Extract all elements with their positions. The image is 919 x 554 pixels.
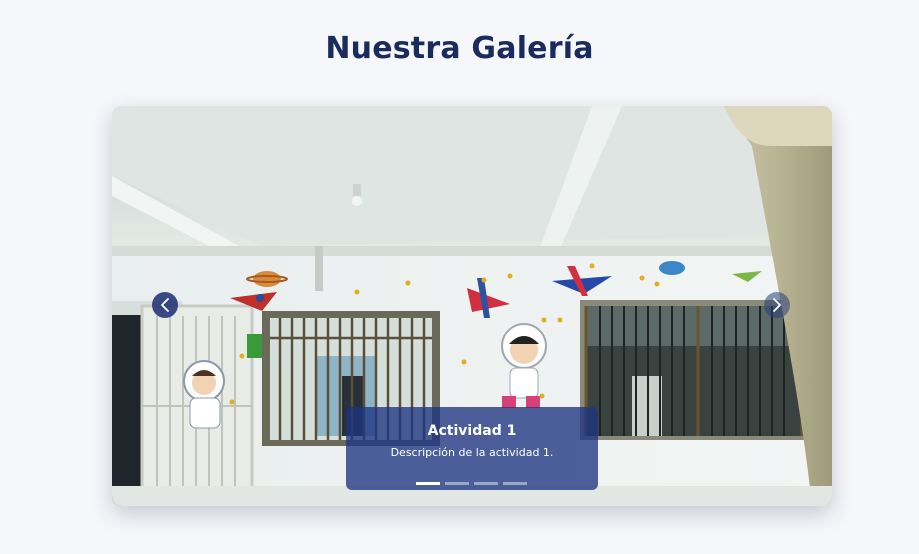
slide-caption-description: Descripción de la actividad 1. <box>390 446 554 459</box>
carousel-indicator[interactable] <box>474 482 498 485</box>
carousel-indicator[interactable] <box>416 482 440 485</box>
slide-caption-title: Actividad 1 <box>427 423 517 439</box>
carousel-next-button[interactable] <box>764 292 790 318</box>
gallery-carousel[interactable]: Actividad 1 Descripción de la actividad … <box>112 106 832 506</box>
carousel-prev-button[interactable] <box>152 292 178 318</box>
chevron-right-icon <box>773 298 781 312</box>
carousel-indicators <box>416 482 527 485</box>
slide-caption: Actividad 1 Descripción de la actividad … <box>346 407 598 490</box>
carousel-indicator[interactable] <box>503 482 527 485</box>
section-title: Nuestra Galería <box>325 31 594 66</box>
chevron-left-icon <box>161 298 169 312</box>
carousel-indicator[interactable] <box>445 482 469 485</box>
gallery-page: Nuestra Galería Actividad 1 Descripción … <box>0 0 919 554</box>
